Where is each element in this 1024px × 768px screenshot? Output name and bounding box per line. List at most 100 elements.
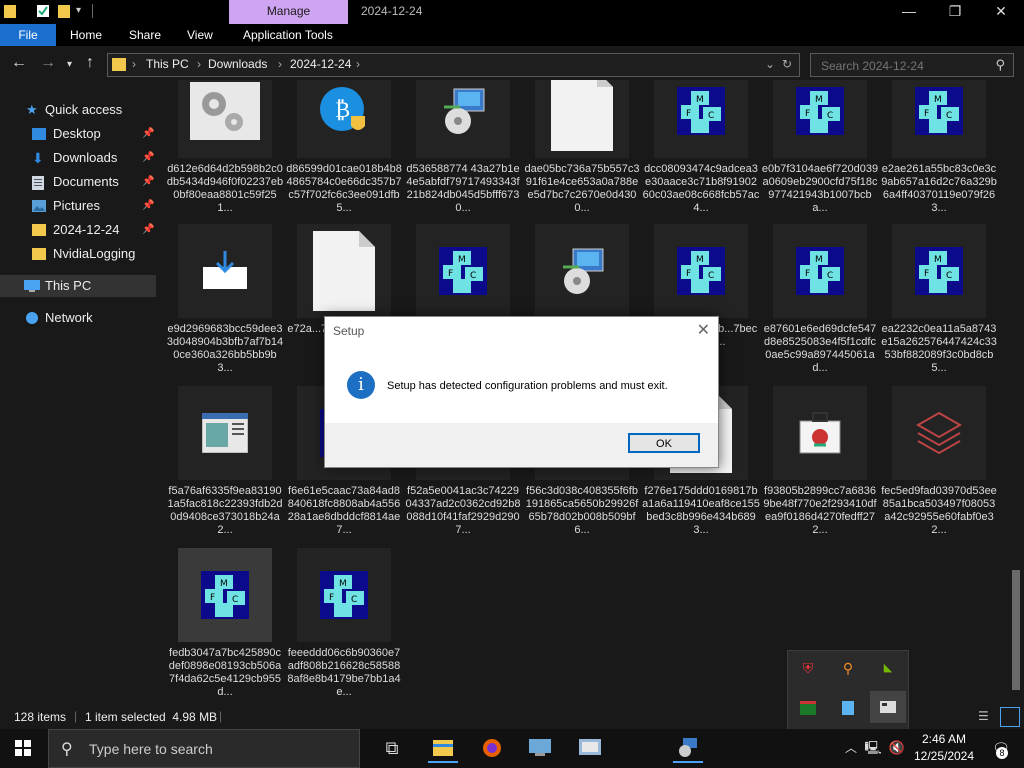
file-name-label[interactable]: f5a76af6335f9ea831901a5fac818c22393fdb2d… <box>166 485 284 537</box>
tab-home[interactable]: Home <box>70 24 102 46</box>
sidebar-item-documents[interactable]: Documents 📌 <box>0 171 156 193</box>
file-name-label[interactable]: feeeddd06c6b90360e7adf808b216628c585888a… <box>285 647 403 699</box>
file-tile[interactable] <box>535 80 629 158</box>
file-tile[interactable] <box>773 386 867 480</box>
file-name-label[interactable]: fec5ed9fad03970d53ee85a1bca503497f08053a… <box>880 485 998 537</box>
windows-start-icon[interactable] <box>8 735 38 761</box>
file-tile[interactable]: MF C <box>773 224 867 318</box>
sidebar-item-2024-12-24[interactable]: 2024-12-24 📌 <box>0 219 156 241</box>
file-explorer-icon[interactable] <box>428 735 458 763</box>
blank-file-icon <box>535 80 629 158</box>
sidebar-item-desktop[interactable]: Desktop 📌 <box>0 123 156 145</box>
window-app-icon[interactable] <box>836 697 860 719</box>
display-app-icon[interactable] <box>870 691 906 723</box>
sidebar-item-downloads[interactable]: ⬇ Downloads 📌 <box>0 147 156 169</box>
file-name-label[interactable]: d536588774 43a27b1e4e5abfdf79717493343f2… <box>404 163 522 215</box>
tab-share[interactable]: Share <box>129 24 161 46</box>
file-name-label[interactable]: f93805b2899cc7a68369be48f770e2f293410dfe… <box>761 485 879 537</box>
file-tile[interactable]: MF C <box>654 224 748 318</box>
file-tile[interactable] <box>535 224 629 318</box>
new-folder-icon[interactable] <box>58 4 72 18</box>
scrollbar-thumb[interactable] <box>1012 570 1020 690</box>
ok-button[interactable]: OK <box>628 433 700 453</box>
customize-quick-access-icon[interactable]: ▾ <box>76 5 90 19</box>
file-tile[interactable]: MF C <box>773 80 867 158</box>
details-view-icon[interactable]: ☰ <box>978 709 989 723</box>
taskbar-search-box[interactable]: ⚲ Type here to search <box>48 729 360 768</box>
up-arrow-icon[interactable]: ↑ <box>86 55 94 71</box>
back-arrow-icon[interactable]: ← <box>11 55 27 71</box>
breadcrumb-downloads[interactable]: Downloads <box>208 57 267 71</box>
file-tile[interactable] <box>178 386 272 480</box>
file-name-label[interactable]: e87601e6ed69dcfe547d8e8525083e4f5f1cdfc0… <box>761 323 879 375</box>
tab-view[interactable]: View <box>187 24 213 46</box>
forward-arrow-icon[interactable]: → <box>40 55 56 71</box>
dialog-close-icon[interactable]: ✕ <box>697 320 710 340</box>
firefox-icon[interactable] <box>477 735 507 761</box>
installer-app-icon[interactable] <box>673 735 703 763</box>
address-bar[interactable]: › This PC › Downloads › 2024-12-24 › ⌄ ↻ <box>107 53 800 77</box>
file-name-label[interactable]: dcc08093474c9adcea3e30aace3c71b8f9190260… <box>642 163 760 215</box>
file-name-label[interactable]: e2ae261a55bc83c0e3c9ab657a16d2c76a329b6a… <box>880 163 998 215</box>
file-name-label[interactable]: e0b7f3104ae6f720d039a0609eb2900cfd75f18c… <box>761 163 879 215</box>
file-tile[interactable]: MF C <box>892 224 986 318</box>
tab-file[interactable]: File <box>0 24 56 46</box>
refresh-icon[interactable]: ↻ <box>782 57 792 71</box>
file-name-label[interactable]: e9d2969683bcc59dee33d048904b3bfb7af7b140… <box>166 323 284 375</box>
breadcrumb-this-pc[interactable]: This PC <box>146 57 189 71</box>
search-input[interactable] <box>819 58 993 74</box>
recent-locations-chevron-icon[interactable]: ▾ <box>67 58 72 72</box>
search-app-icon[interactable]: ⚲ <box>836 657 860 679</box>
sidebar-item-pictures[interactable]: Pictures 📌 <box>0 195 156 217</box>
large-icons-view-icon[interactable] <box>1000 707 1020 727</box>
clock-time[interactable]: 2:46 AM <box>914 732 974 746</box>
search-icon[interactable]: ⚲ <box>995 57 1005 73</box>
maximize-button[interactable]: ❐ <box>932 0 978 24</box>
file-name-label[interactable]: f56c3d038c408355f6fb191865ca5650b29926f6… <box>523 485 641 537</box>
pin-icon: 📌 <box>142 128 155 139</box>
breadcrumb-2024-12-24[interactable]: 2024-12-24 <box>290 57 351 71</box>
file-tile[interactable] <box>892 386 986 480</box>
file-tile[interactable] <box>178 224 272 318</box>
nvidia-icon[interactable]: ◣ <box>876 657 900 679</box>
clock-date[interactable]: 12/25/2024 <box>908 749 980 763</box>
svg-text:C: C <box>708 111 714 121</box>
file-tile[interactable]: MF C <box>297 548 391 642</box>
tray-overflow-flyout: ⛨ ⚲ ◣ <box>787 650 909 732</box>
file-name-label[interactable]: f276e175ddd0169817ba1a6a119410eaf8ce155b… <box>642 485 760 537</box>
file-name-label[interactable]: d86599d01cae018b4b84865784c0e66dc357b7c5… <box>285 163 403 215</box>
properties-icon[interactable] <box>36 4 50 18</box>
file-name-label[interactable]: f6e61e5caac73a84ad8840618fc8808ab4a55628… <box>285 485 403 537</box>
file-tile[interactable]: MF C <box>416 224 510 318</box>
file-tile[interactable]: ₿ <box>297 80 391 158</box>
search-box[interactable]: ⚲ <box>810 53 1014 77</box>
file-name-label[interactable]: ea2232c0ea11a5a8743e15a262576447424c3353… <box>880 323 998 375</box>
security-shield-icon[interactable]: ⛨ <box>796 657 820 679</box>
file-tile[interactable]: MF C <box>892 80 986 158</box>
file-tile[interactable]: MF C <box>178 548 272 642</box>
minimize-button[interactable]: — <box>886 0 932 24</box>
setup-app-icon[interactable] <box>575 735 605 761</box>
address-dropdown-icon[interactable]: ⌄ <box>765 57 775 71</box>
network-app-icon[interactable] <box>525 735 555 761</box>
file-name-label[interactable]: f52a5e0041ac3c7422904337ad2c0362cd92b808… <box>404 485 522 537</box>
task-view-icon[interactable]: ⧉ <box>377 735 407 761</box>
terminal-app-icon[interactable] <box>796 697 820 719</box>
file-name-label[interactable]: d612e6d64d2b598b2c0db5434d946f0f02237eb0… <box>166 163 284 215</box>
file-tile[interactable] <box>416 80 510 158</box>
sidebar-item-quick-access[interactable]: ★ Quick access <box>0 99 156 121</box>
tab-application-tools[interactable]: Application Tools <box>243 24 333 46</box>
sidebar-item-nvidialogging[interactable]: NvidiaLogging <box>0 243 156 265</box>
file-tile[interactable]: MF C <box>654 80 748 158</box>
sidebar-item-label: NvidiaLogging <box>53 246 136 261</box>
tab-manage[interactable]: Manage <box>229 0 348 24</box>
close-button[interactable]: ✕ <box>978 0 1024 24</box>
sidebar-item-this-pc[interactable]: This PC <box>0 275 156 297</box>
file-name-label[interactable]: dae05bc736a75b557c391f61e4ce653a0a788ee5… <box>523 163 641 215</box>
file-name-label[interactable]: fedb3047a7bc425890cdef0898e08193cb506a7f… <box>166 647 284 699</box>
breadcrumb-separator-icon: › <box>356 57 360 71</box>
sidebar-item-network[interactable]: Network <box>0 307 156 329</box>
file-tile[interactable] <box>297 224 391 318</box>
file-tile[interactable] <box>178 80 272 158</box>
folder-icon <box>4 4 18 18</box>
